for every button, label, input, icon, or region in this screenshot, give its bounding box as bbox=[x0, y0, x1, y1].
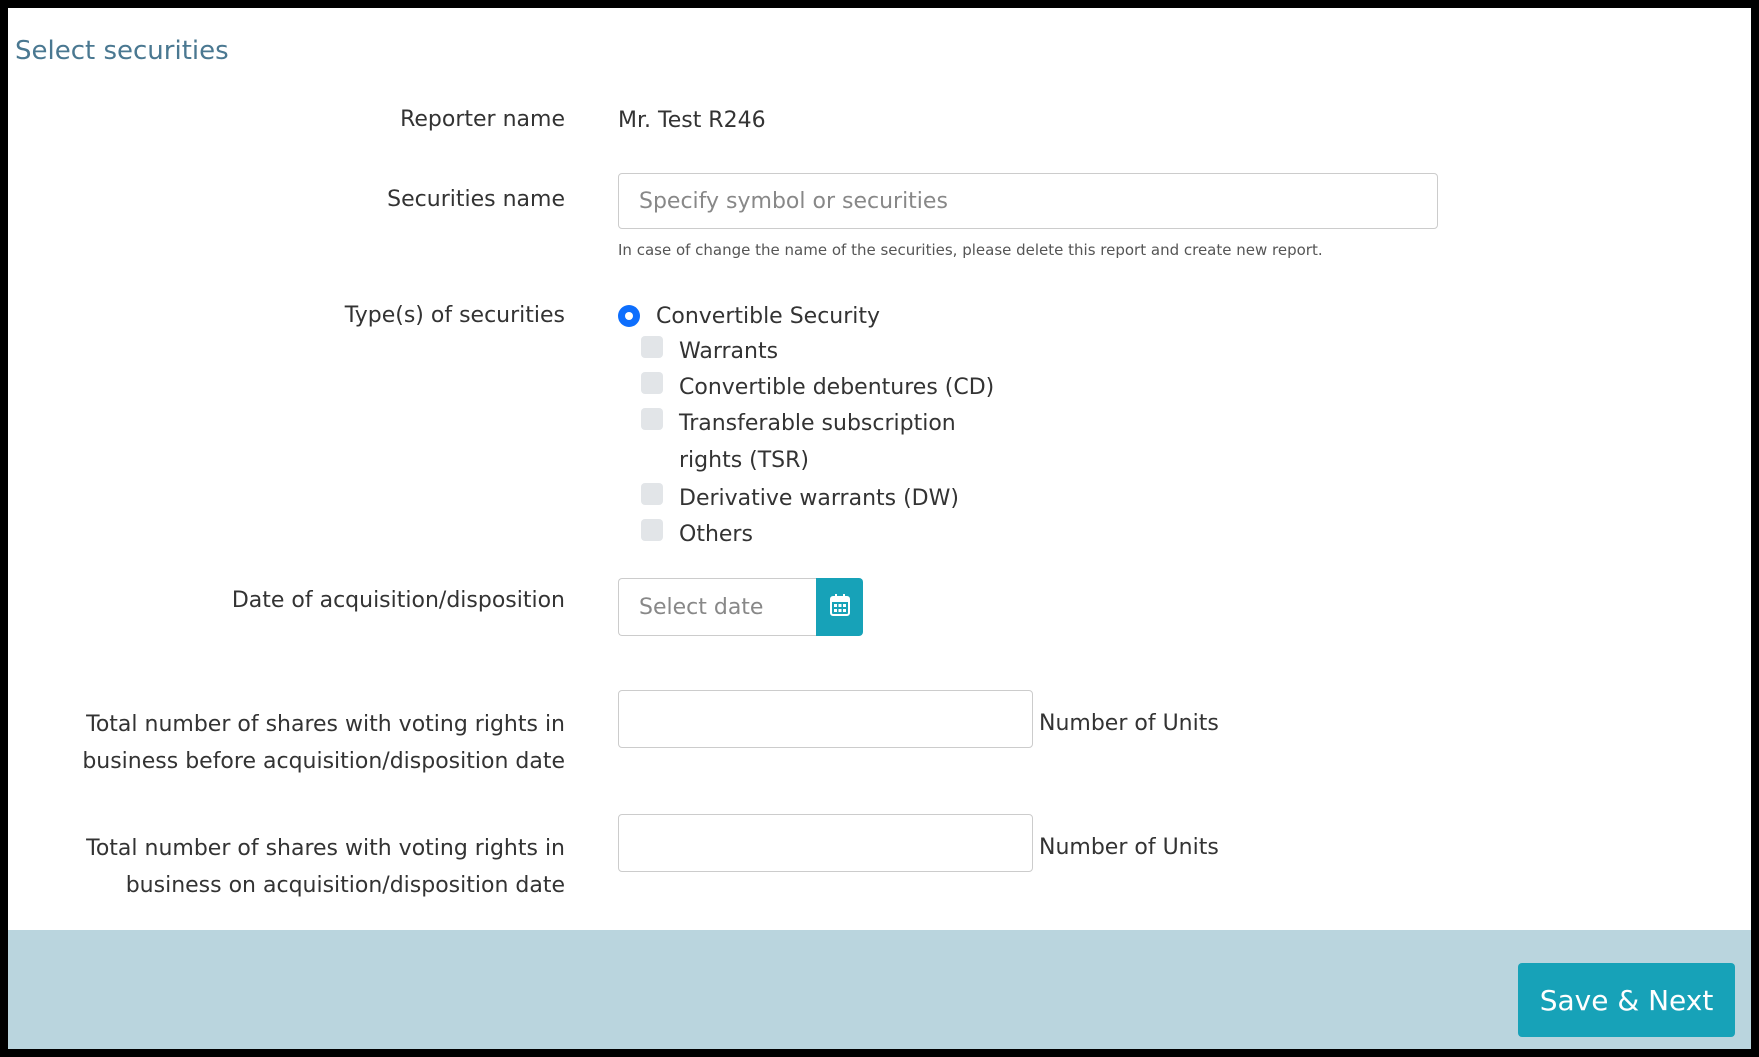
checkbox-label: Convertible debentures (CD) bbox=[679, 375, 995, 400]
shares-on-label: Total number of shares with voting right… bbox=[86, 836, 565, 898]
form-panel: Select securities Reporter name Mr. Test… bbox=[8, 8, 1751, 1049]
checkbox-others[interactable]: Others bbox=[641, 516, 753, 553]
form-footer: Save & Next bbox=[8, 930, 1751, 1049]
reporter-name-value: Mr. Test R246 bbox=[618, 108, 766, 133]
shares-on-input[interactable] bbox=[618, 814, 1033, 872]
checkbox[interactable] bbox=[641, 519, 663, 541]
reporter-name-label: Reporter name bbox=[400, 107, 565, 132]
checkbox-convertible-debentures[interactable]: Convertible debentures (CD) bbox=[641, 369, 994, 406]
radio-convertible-security[interactable]: Convertible Security bbox=[618, 300, 880, 332]
checkbox-label: Transferable subscription rights (TSR) bbox=[679, 411, 956, 473]
shares-on-unit: Number of Units bbox=[1039, 835, 1219, 860]
checkbox-transferable-subscription-rights[interactable]: Transferable subscription rights (TSR) bbox=[641, 405, 961, 479]
date-input[interactable] bbox=[618, 578, 816, 636]
checkbox-warrants[interactable]: Warrants bbox=[641, 333, 778, 370]
checkbox-derivative-warrants[interactable]: Derivative warrants (DW) bbox=[641, 480, 959, 517]
calendar-button[interactable] bbox=[816, 578, 863, 636]
checkbox[interactable] bbox=[641, 408, 663, 430]
securities-name-label: Securities name bbox=[387, 187, 565, 212]
checkbox[interactable] bbox=[641, 483, 663, 505]
securities-help-text: In case of change the name of the securi… bbox=[618, 241, 1323, 259]
section-title: Select securities bbox=[15, 36, 229, 66]
shares-before-unit: Number of Units bbox=[1039, 711, 1219, 736]
securities-name-input[interactable] bbox=[618, 173, 1438, 229]
checkbox-label: Derivative warrants (DW) bbox=[679, 486, 959, 511]
save-next-button[interactable]: Save & Next bbox=[1518, 963, 1735, 1037]
shares-before-input[interactable] bbox=[618, 690, 1033, 748]
checkbox-label: Others bbox=[679, 522, 753, 547]
radio-label: Convertible Security bbox=[656, 303, 881, 329]
calendar-icon bbox=[829, 594, 850, 620]
shares-before-label: Total number of shares with voting right… bbox=[82, 712, 565, 774]
securities-types-label: Type(s) of securities bbox=[344, 303, 565, 328]
radio-button-selected[interactable] bbox=[618, 305, 640, 327]
date-picker bbox=[618, 578, 863, 636]
checkbox[interactable] bbox=[641, 336, 663, 358]
date-label: Date of acquisition/disposition bbox=[231, 588, 565, 613]
checkbox-label: Warrants bbox=[679, 339, 779, 364]
checkbox[interactable] bbox=[641, 372, 663, 394]
